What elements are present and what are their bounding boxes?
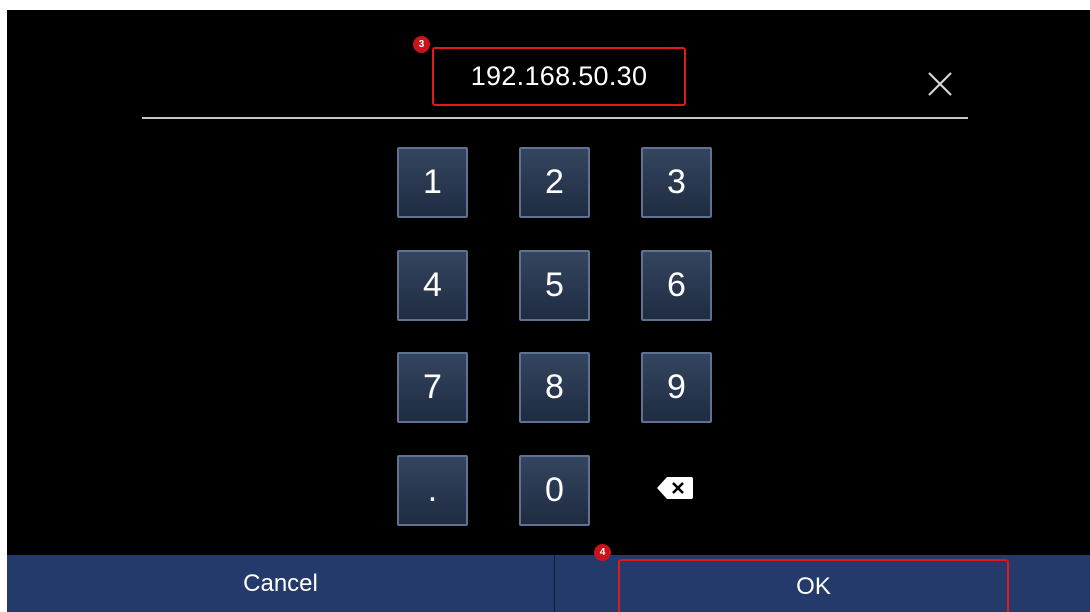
- backspace-button[interactable]: [650, 470, 700, 506]
- key-8[interactable]: 8: [519, 352, 590, 423]
- input-divider: [142, 117, 968, 119]
- key-2[interactable]: 2: [519, 147, 590, 218]
- close-icon: [928, 72, 952, 96]
- cancel-label: Cancel: [243, 569, 318, 597]
- key-1[interactable]: 1: [397, 147, 468, 218]
- step-badge-4: 4: [594, 544, 611, 561]
- close-button[interactable]: [923, 67, 957, 101]
- key-9[interactable]: 9: [641, 352, 712, 423]
- key-dot[interactable]: .: [397, 455, 468, 526]
- key-5[interactable]: 5: [519, 250, 590, 321]
- footer-divider: [554, 555, 555, 612]
- ip-address-value: 192.168.50.30: [470, 61, 648, 91]
- cancel-button[interactable]: Cancel: [7, 555, 554, 612]
- ip-keypad-dialog: 192.168.50.30 3 1 2 3 4 5 6 7 8 9 . 0 Ca…: [7, 10, 1090, 612]
- key-4[interactable]: 4: [397, 250, 468, 321]
- step-badge-3: 3: [413, 36, 430, 53]
- ok-label: OK: [796, 572, 831, 600]
- backspace-icon: [657, 477, 693, 499]
- key-6[interactable]: 6: [641, 250, 712, 321]
- key-0[interactable]: 0: [519, 455, 590, 526]
- ok-button[interactable]: OK: [618, 559, 1009, 612]
- dialog-footer: Cancel OK: [7, 555, 1090, 612]
- key-3[interactable]: 3: [641, 147, 712, 218]
- ip-address-field[interactable]: 192.168.50.30: [432, 47, 686, 106]
- key-7[interactable]: 7: [397, 352, 468, 423]
